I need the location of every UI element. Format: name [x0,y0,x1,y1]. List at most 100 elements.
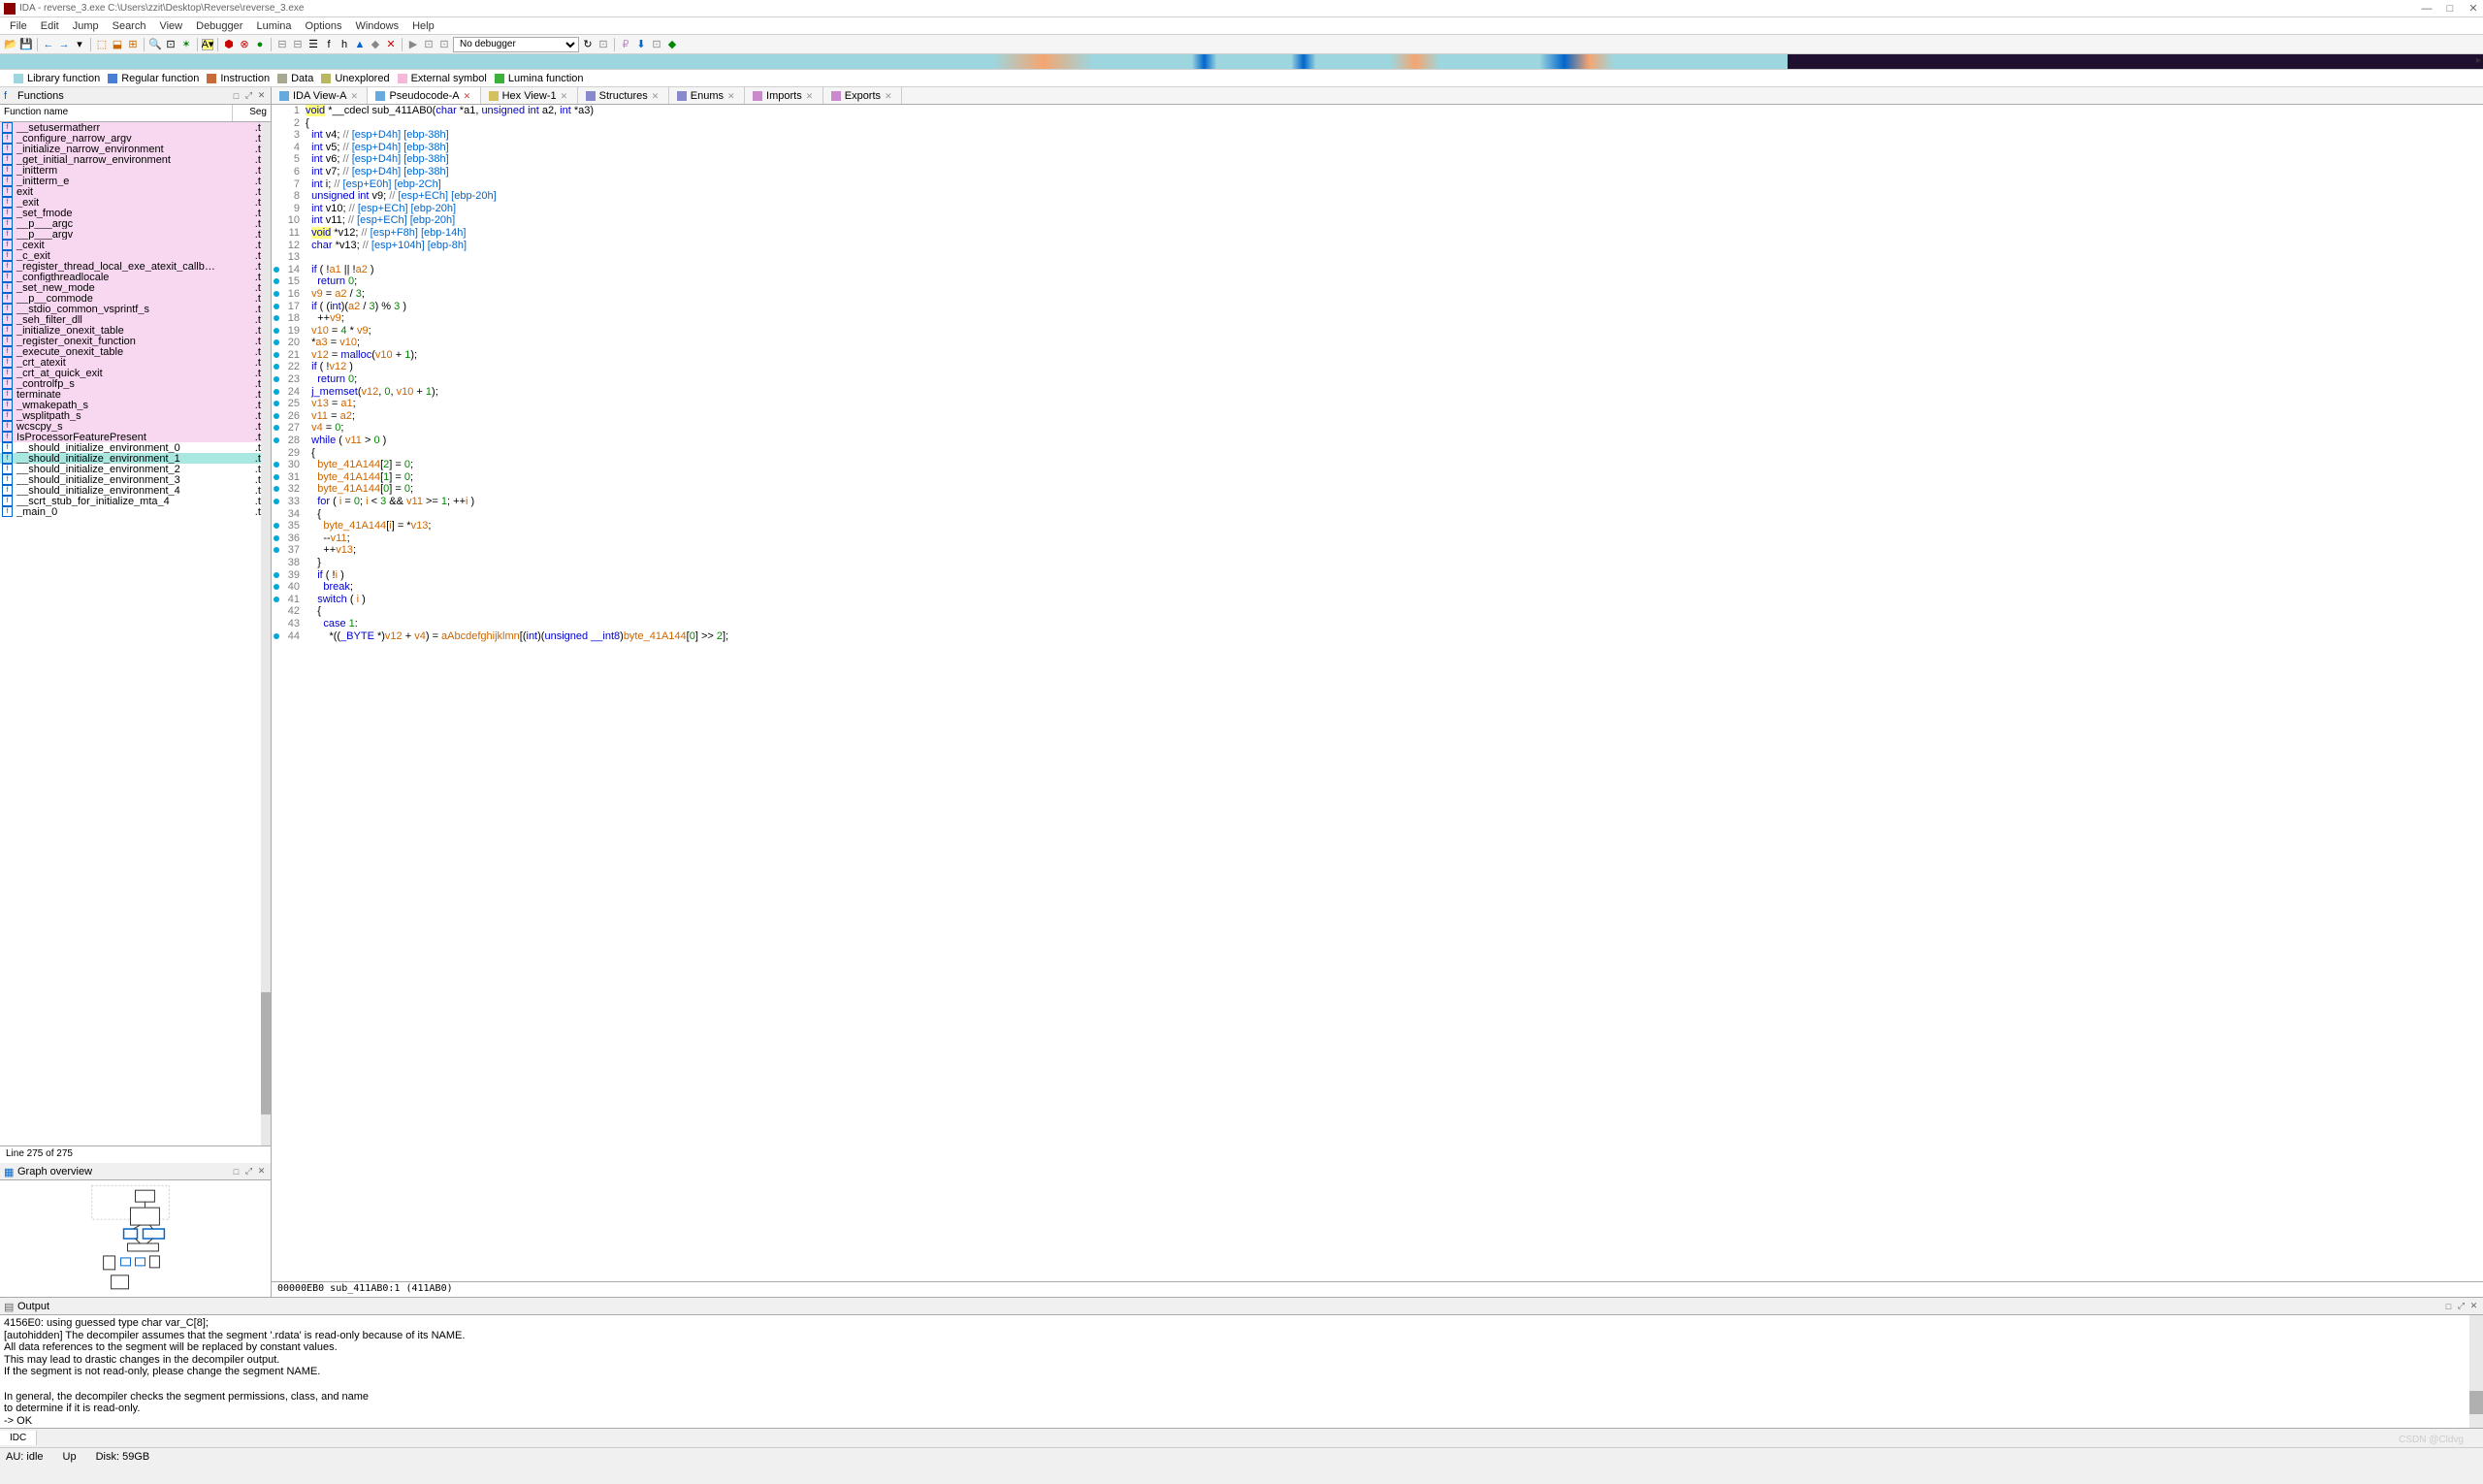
code-view[interactable]: 1void *__cdecl sub_411AB0(char *a1, unsi… [272,105,2483,1281]
function-row[interactable]: f_c_exit.te [0,250,271,261]
tool-icon[interactable]: ↻ [581,38,595,51]
function-row[interactable]: f__setusermatherr.te [0,122,271,133]
highlight-icon[interactable]: A▾ [202,39,213,50]
code-line[interactable]: 33 for ( i = 0; i < 3 && v11 >= 1; ++i ) [272,496,2483,508]
code-line[interactable]: 17 if ( (int)(a2 / 3) % 3 ) [272,301,2483,313]
code-line[interactable]: 38 } [272,557,2483,569]
code-line[interactable]: 26 v11 = a2; [272,410,2483,423]
menu-jump[interactable]: Jump [67,20,105,32]
function-row[interactable]: f_cexit.te [0,240,271,250]
function-list[interactable]: f__setusermatherr.tef_configure_narrow_a… [0,122,271,1145]
graph-overview[interactable] [0,1180,271,1297]
function-row[interactable]: f_initialize_onexit_table.te [0,325,271,336]
search-icon[interactable]: 🔍 [148,38,162,51]
code-line[interactable]: 34 { [272,508,2483,521]
dropdown-icon[interactable]: ▾ [73,38,86,51]
tab-hex-view-1[interactable]: Hex View-1✕ [481,87,578,104]
tab-structures[interactable]: Structures✕ [578,87,669,104]
menu-options[interactable]: Options [300,20,348,32]
function-row[interactable]: f_seh_filter_dll.te [0,314,271,325]
function-row[interactable]: f_execute_onexit_table.te [0,346,271,357]
tool-icon[interactable]: ⊡ [650,38,663,51]
panel-close-button[interactable]: ✕ [2468,1301,2479,1311]
code-line[interactable]: 16 v9 = a2 / 3; [272,288,2483,301]
code-line[interactable]: 29 { [272,447,2483,460]
menu-file[interactable]: File [4,20,33,32]
stop-icon[interactable]: ⊡ [437,38,451,51]
close-button[interactable]: ✕ [2467,3,2479,15]
function-row[interactable]: f__should_initialize_environment_1.te [0,453,271,464]
panel-close-button[interactable]: ✕ [256,90,267,101]
code-line[interactable]: 11 void *v12; // [esp+F8h] [ebp-14h] [272,227,2483,240]
tab-enums[interactable]: Enums✕ [669,87,745,104]
function-row[interactable]: f_crt_atexit.te [0,357,271,368]
function-row[interactable]: f_crt_at_quick_exit.te [0,368,271,378]
panel-restore-button[interactable]: □ [231,1166,242,1177]
output-text[interactable]: 4156E0: using guessed type char var_C[8]… [0,1315,2483,1428]
function-row[interactable]: f_register_onexit_function.te [0,336,271,346]
function-row[interactable]: f_initterm_e.te [0,176,271,186]
code-line[interactable]: 24 j_memset(v12, 0, v10 + 1); [272,386,2483,399]
code-line[interactable]: 14 if ( !a1 || !a2 ) [272,264,2483,276]
function-row[interactable]: f_exit.te [0,197,271,208]
menu-view[interactable]: View [153,20,188,32]
tool-icon[interactable]: ⬚ [95,38,109,51]
code-line[interactable]: 12 char *v13; // [esp+104h] [ebp-8h] [272,240,2483,252]
tool-icon[interactable]: ▲ [353,38,367,51]
function-row[interactable]: f__should_initialize_environment_0.te [0,442,271,453]
code-line[interactable]: 23 return 0; [272,373,2483,386]
function-row[interactable]: f_wmakepath_s.te [0,400,271,410]
panel-pin-button[interactable]: ⤢ [243,1166,254,1177]
run-icon[interactable]: ● [253,38,267,51]
tool-icon[interactable]: f [322,38,336,51]
debugger-combo[interactable]: No debugger [453,37,579,52]
fwd-icon[interactable]: → [57,38,71,51]
nav-bar[interactable]: ▸ [0,54,2483,70]
tool-icon[interactable]: ☰ [306,38,320,51]
stop-icon[interactable]: ⬢ [222,38,236,51]
code-line[interactable]: 7 int i; // [esp+E0h] [ebp-2Ch] [272,178,2483,191]
minimize-button[interactable]: — [2421,3,2433,15]
function-row[interactable]: f_set_fmode.te [0,208,271,218]
code-line[interactable]: 30 byte_41A144[2] = 0; [272,459,2483,471]
tool-icon[interactable]: ⊞ [126,38,140,51]
pause-icon[interactable]: ⊡ [422,38,435,51]
code-line[interactable]: 9 int v10; // [esp+ECh] [ebp-20h] [272,203,2483,215]
play-icon[interactable]: ▶ [406,38,420,51]
code-line[interactable]: 35 byte_41A144[i] = *v13; [272,520,2483,532]
code-line[interactable]: 25 v13 = a1; [272,398,2483,410]
menu-windows[interactable]: Windows [349,20,404,32]
code-line[interactable]: 43 case 1: [272,618,2483,630]
code-line[interactable]: 28 while ( v11 > 0 ) [272,435,2483,447]
function-row[interactable]: fexit.te [0,186,271,197]
code-line[interactable]: 10 int v11; // [esp+ECh] [ebp-20h] [272,214,2483,227]
code-line[interactable]: 37 ++v13; [272,544,2483,557]
function-row[interactable]: f__p__commode.te [0,293,271,304]
function-row[interactable]: f__should_initialize_environment_4.te [0,485,271,496]
code-line[interactable]: 36 --v11; [272,532,2483,545]
function-row[interactable]: f_configure_narrow_argv.te [0,133,271,144]
code-line[interactable]: 13 [272,251,2483,264]
idc-tab[interactable]: IDC [0,1431,37,1445]
function-row[interactable]: f_set_new_mode.te [0,282,271,293]
tab-pseudocode-a[interactable]: Pseudocode-A✕ [368,87,480,104]
function-row[interactable]: f_controlfp_s.te [0,378,271,389]
function-row[interactable]: f__scrt_stub_for_initialize_mta_4.te [0,496,271,506]
function-row[interactable]: f_register_thread_local_exe_atexit_callb… [0,261,271,272]
code-line[interactable]: 44 *((_BYTE *)v12 + v4) = aAbcdefghijklm… [272,630,2483,643]
function-row[interactable]: f__should_initialize_environment_3.te [0,474,271,485]
tab-exports[interactable]: Exports✕ [823,87,902,104]
code-line[interactable]: 19 v10 = 4 * v9; [272,325,2483,338]
panel-restore-button[interactable]: □ [231,90,242,101]
code-line[interactable]: 3 int v4; // [esp+D4h] [ebp-38h] [272,129,2483,142]
code-line[interactable]: 32 byte_41A144[0] = 0; [272,483,2483,496]
tool-icon[interactable]: ⊡ [597,38,610,51]
function-row[interactable]: f__p___argc.te [0,218,271,229]
tool-icon[interactable]: ◆ [665,38,679,51]
function-row[interactable]: f_wsplitpath_s.te [0,410,271,421]
menu-help[interactable]: Help [406,20,440,32]
panel-pin-button[interactable]: ⤢ [243,90,254,101]
tool-icon[interactable]: ⬇ [634,38,648,51]
function-row[interactable]: f_initialize_narrow_environment.te [0,144,271,154]
delete-icon[interactable]: ✕ [384,38,398,51]
